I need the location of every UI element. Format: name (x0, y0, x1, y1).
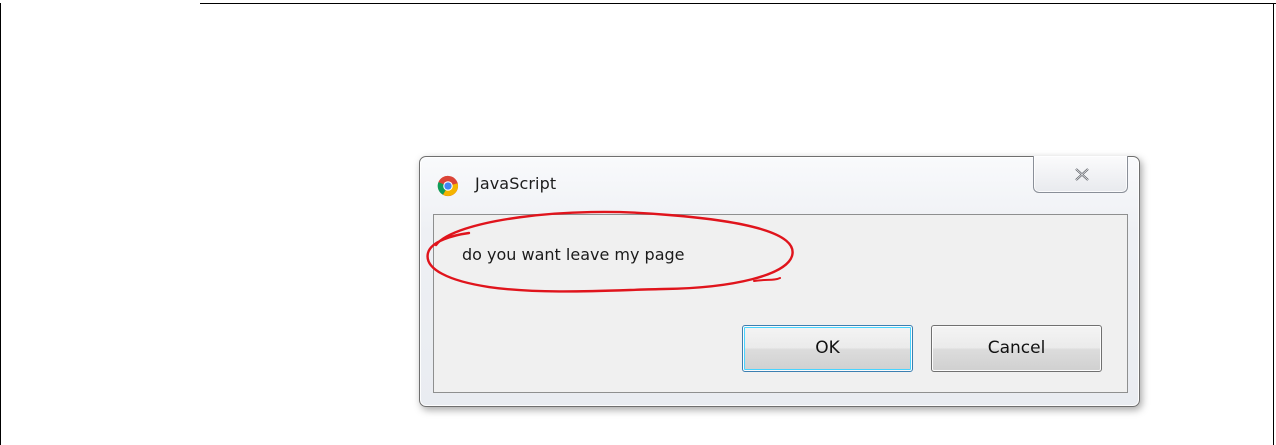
frame-line-right (1273, 3, 1274, 445)
close-icon (1075, 168, 1089, 181)
dialog-content: do you want leave my page OK Cancel (426, 210, 1128, 393)
dialog-title: JavaScript (475, 174, 557, 193)
page: JavaScript do you want leave my page OK … (0, 0, 1276, 445)
dialog-message: do you want leave my page (462, 245, 685, 264)
javascript-dialog: JavaScript do you want leave my page OK … (419, 156, 1140, 407)
frame-line-top (200, 3, 1276, 4)
dialog-titlebar[interactable]: JavaScript (420, 156, 1139, 213)
cancel-button[interactable]: Cancel (931, 325, 1102, 372)
frame-line-left (0, 3, 1, 445)
chrome-icon (437, 175, 459, 197)
ok-button[interactable]: OK (742, 325, 913, 372)
close-button[interactable] (1033, 156, 1128, 193)
